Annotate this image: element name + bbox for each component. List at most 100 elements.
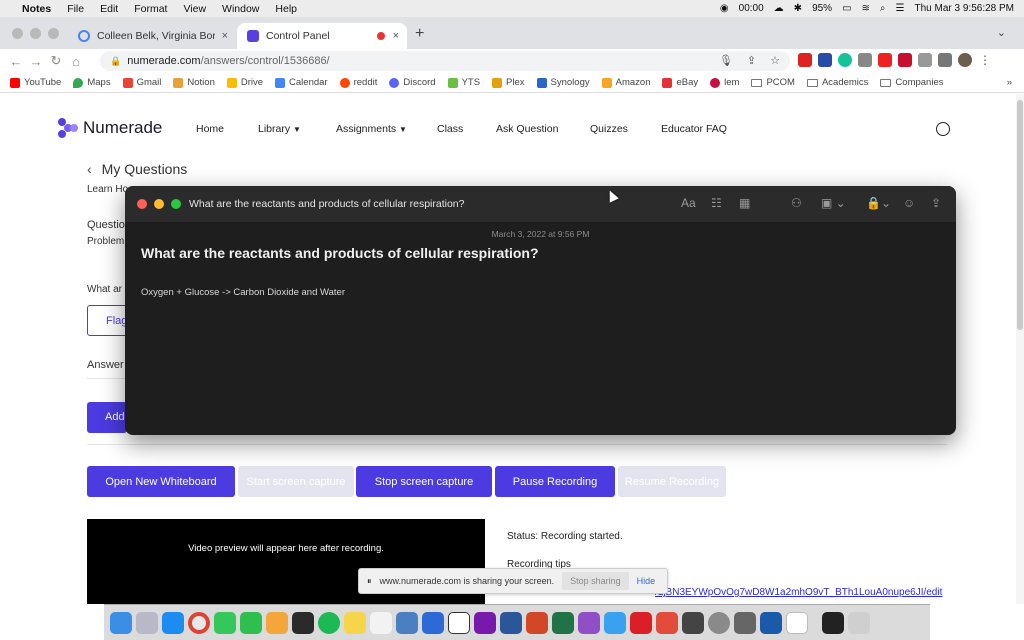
address-bar[interactable]: 🔒 numerade.com/answers/control/1536686/ … xyxy=(100,51,790,71)
menu-window[interactable]: Window xyxy=(222,3,259,15)
tab-control-panel[interactable]: Control Panel × xyxy=(237,23,407,49)
wifi-icon[interactable]: ≋ xyxy=(862,3,870,14)
format-text-icon[interactable]: Aa xyxy=(681,196,696,210)
back-arrow-icon[interactable]: ← xyxy=(6,54,26,69)
plex-icon[interactable] xyxy=(292,611,314,634)
app-store-icon[interactable] xyxy=(162,611,184,634)
chrome-icon[interactable] xyxy=(188,611,210,634)
menu-edit[interactable]: Edit xyxy=(100,3,118,15)
resume-recording-button[interactable]: Resume Recording xyxy=(618,466,726,497)
scrollbar-thumb[interactable] xyxy=(1017,100,1023,330)
zoom-window-button[interactable] xyxy=(171,199,181,209)
pause-recording-button[interactable]: Pause Recording xyxy=(495,466,615,497)
note-body[interactable]: Oxygen + Glucose -> Carbon Dioxide and W… xyxy=(141,287,345,298)
checklist-icon[interactable]: ☷ xyxy=(711,196,722,210)
menu-format[interactable]: Format xyxy=(134,3,167,15)
bookmark-maps[interactable]: Maps xyxy=(73,77,111,88)
camera-icon[interactable] xyxy=(858,53,872,67)
xcode-icon[interactable] xyxy=(396,611,418,634)
screenshot-icon[interactable] xyxy=(682,611,704,634)
open-whiteboard-button[interactable]: Open New Whiteboard xyxy=(87,466,235,497)
collaborate-icon[interactable]: ⚇ xyxy=(791,196,802,210)
reminders-icon[interactable] xyxy=(370,611,392,634)
launchpad-icon[interactable] xyxy=(136,611,158,634)
bookmark-notion[interactable]: Notion xyxy=(173,77,215,88)
share-people-icon[interactable]: ☺ xyxy=(903,196,915,210)
new-tab-icon[interactable]: + xyxy=(415,25,424,43)
pdf-app-icon[interactable] xyxy=(656,611,678,634)
pen-app-icon[interactable] xyxy=(422,611,444,634)
bookmark-gmail[interactable]: Gmail xyxy=(122,77,161,88)
wd-app-icon[interactable] xyxy=(760,611,782,634)
extension-icon[interactable] xyxy=(918,53,932,67)
cloud-icon[interactable]: ☁ xyxy=(774,3,784,14)
trash-icon[interactable] xyxy=(848,611,870,634)
system-preferences-icon[interactable] xyxy=(708,611,730,634)
affinity-icon[interactable] xyxy=(578,611,600,634)
powerpoint-icon[interactable] xyxy=(526,611,548,634)
avatar[interactable] xyxy=(958,53,972,67)
word-icon[interactable] xyxy=(500,611,522,634)
bookmarks-overflow-icon[interactable]: » xyxy=(1007,77,1012,88)
tab-colleen-belk[interactable]: Colleen Belk, Virginia Borden M × xyxy=(68,23,236,49)
close-tab-icon[interactable]: × xyxy=(222,30,228,42)
kebab-menu-icon[interactable]: ⋮ xyxy=(978,53,992,67)
calendar-app-icon[interactable] xyxy=(786,611,808,634)
puzzle-icon[interactable] xyxy=(938,53,952,67)
close-window-button[interactable] xyxy=(12,28,23,39)
user-account-icon[interactable] xyxy=(936,122,950,136)
close-tab-icon[interactable]: × xyxy=(393,30,399,42)
stop-sharing-button[interactable]: Stop sharing xyxy=(562,572,629,590)
design-app-icon[interactable] xyxy=(604,611,626,634)
bookmark-reddit[interactable]: reddit xyxy=(339,77,377,88)
hide-banner-button[interactable]: Hide xyxy=(637,576,656,586)
bookmark-discord[interactable]: Discord xyxy=(389,77,436,88)
battery-label[interactable]: 95% xyxy=(812,3,832,14)
bookmark-plex[interactable]: Plex xyxy=(492,77,525,88)
media-icon[interactable]: ▣ ⌄ xyxy=(821,196,846,210)
screen-recorder-icon[interactable]: ◉ xyxy=(720,3,729,14)
back-to-my-questions[interactable]: ‹ My Questions xyxy=(87,161,187,177)
zoom-window-button[interactable] xyxy=(48,28,59,39)
bookmark-drive[interactable]: Drive xyxy=(226,77,263,88)
menu-view[interactable]: View xyxy=(183,3,206,15)
stop-screen-capture-button[interactable]: Stop screen capture xyxy=(356,466,492,497)
bookmark-amazon[interactable]: Amazon xyxy=(601,77,650,88)
bookmark-synology[interactable]: Synology xyxy=(536,77,590,88)
terminal-icon[interactable] xyxy=(822,611,844,634)
bookmark-folder-pcom[interactable]: PCOM xyxy=(751,77,795,88)
numerade-logo[interactable]: Numerade xyxy=(58,118,162,138)
excel-icon[interactable] xyxy=(552,611,574,634)
bookmark-ebay[interactable]: eBay xyxy=(662,77,698,88)
nav-educator-faq[interactable]: Educator FAQ xyxy=(661,123,727,135)
messages-icon[interactable] xyxy=(214,611,236,634)
nav-home[interactable]: Home xyxy=(196,123,224,135)
pinterest-icon[interactable] xyxy=(898,53,912,67)
bookmark-folder-companies[interactable]: Companies xyxy=(880,77,943,88)
notion-app-icon[interactable] xyxy=(448,611,470,634)
page-scrollbar[interactable] xyxy=(1016,94,1024,604)
forward-arrow-icon[interactable]: → xyxy=(26,54,46,69)
minimize-window-button[interactable] xyxy=(30,28,41,39)
learn-how-text[interactable]: Learn Ho xyxy=(87,184,128,195)
disk-utility-icon[interactable] xyxy=(734,611,756,634)
facetime-icon[interactable] xyxy=(240,611,262,634)
add-answer-button[interactable]: Add xyxy=(87,402,127,433)
bookmark-calendar[interactable]: Calendar xyxy=(275,77,328,88)
bookmark-star-icon[interactable]: ☆ xyxy=(770,54,780,67)
extension-icon[interactable] xyxy=(798,53,812,67)
note-heading[interactable]: What are the reactants and products of c… xyxy=(141,245,539,261)
tab-search-chevron-icon[interactable]: ⌄ xyxy=(997,26,1006,39)
nav-class[interactable]: Class xyxy=(437,123,463,135)
creative-cloud-icon[interactable] xyxy=(630,611,652,634)
tips-document-link[interactable]: /1jBN3EYWpOvOg7wD8W1a2mhO9vT_BTh1LouA0nu… xyxy=(655,587,942,598)
minimize-window-button[interactable] xyxy=(154,199,164,209)
spotify-icon[interactable] xyxy=(318,611,340,634)
table-icon[interactable]: ▦ xyxy=(739,196,750,210)
onenote-icon[interactable] xyxy=(474,611,496,634)
nav-ask-question[interactable]: Ask Question xyxy=(496,123,558,135)
share-icon[interactable]: ⇪ xyxy=(747,54,756,67)
lock-note-icon[interactable]: 🔒⌄ xyxy=(866,196,891,210)
menu-file[interactable]: File xyxy=(67,3,84,15)
clock-label[interactable]: Thu Mar 3 9:56:28 PM xyxy=(915,3,1015,14)
